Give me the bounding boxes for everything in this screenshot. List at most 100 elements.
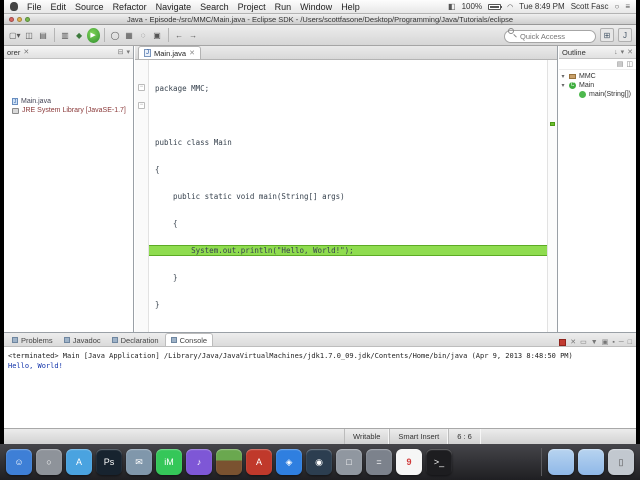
menu-help[interactable]: Help: [341, 2, 360, 12]
dock-messages[interactable]: iM: [156, 449, 182, 475]
menu-project[interactable]: Project: [238, 2, 266, 12]
run-button[interactable]: ▶: [86, 27, 100, 43]
package-icon: [569, 74, 576, 79]
pin-console-icon[interactable]: ▣: [602, 338, 609, 346]
menu-source[interactable]: Source: [75, 2, 104, 12]
view-menu-icon[interactable]: ▾: [621, 48, 625, 56]
new-class-button[interactable]: ◯: [109, 28, 122, 43]
close-icon[interactable]: ✕: [189, 49, 195, 57]
menu-file[interactable]: File: [27, 2, 42, 12]
minimize-view-icon[interactable]: ─: [619, 339, 624, 346]
dock-app-store[interactable]: A: [66, 449, 92, 475]
coverage-button[interactable]: ▣: [151, 28, 164, 43]
window-titlebar[interactable]: Java - Episode-/src/MMC/Main.java - Ecli…: [4, 14, 636, 25]
package-explorer-tab-label[interactable]: orer: [7, 48, 20, 57]
search-button[interactable]: ◌: [137, 28, 150, 43]
dock-minecraft[interactable]: [216, 449, 242, 475]
quick-access-input[interactable]: [504, 30, 596, 43]
view-menu-icon[interactable]: ▾: [126, 48, 130, 56]
close-icon[interactable]: ✕: [23, 48, 29, 56]
main-area: orer ✕ ⊟ ▾ J Main.java JRE System Librar…: [4, 46, 636, 332]
print-button[interactable]: ▤: [37, 28, 50, 43]
twisty-icon[interactable]: ▾: [560, 82, 566, 89]
save-button[interactable]: ◫: [23, 28, 36, 43]
export-button[interactable]: ▥: [59, 28, 72, 43]
dock-terminal[interactable]: >_: [426, 449, 452, 475]
tab-label: Problems: [21, 335, 53, 345]
console-output-text: Hello, World!: [8, 362, 63, 370]
fold-marker-icon[interactable]: −: [138, 102, 145, 109]
tab-declaration[interactable]: Declaration: [107, 334, 164, 346]
battery-percent: 100%: [461, 2, 483, 11]
outline-item-package[interactable]: ▾ MMC: [560, 72, 635, 81]
close-icon[interactable]: ✕: [627, 48, 633, 56]
battery-icon[interactable]: [488, 3, 503, 10]
scroll-lock-icon[interactable]: ▼: [591, 339, 598, 346]
outline-item-method[interactable]: main(String[]): [560, 90, 635, 99]
java-perspective-button[interactable]: J: [618, 28, 632, 42]
dock-calculator[interactable]: =: [366, 449, 392, 475]
notification-center-icon[interactable]: ≡: [625, 2, 630, 11]
dock-red-app[interactable]: A: [246, 449, 272, 475]
spotlight-icon[interactable]: ○: [614, 2, 619, 11]
dock-mail[interactable]: ✉: [126, 449, 152, 475]
collapse-all-icon[interactable]: ⊟: [118, 48, 124, 56]
apple-menu-icon[interactable]: [10, 2, 18, 11]
debug-button[interactable]: ◆: [73, 28, 86, 43]
zoom-window-button[interactable]: [25, 17, 30, 22]
outline-item-class[interactable]: ▾ C Main: [560, 81, 635, 90]
dock-itunes[interactable]: ♪: [186, 449, 212, 475]
back-button[interactable]: ←: [173, 28, 186, 43]
statusbar-writable: Writable: [344, 429, 390, 444]
menubar-clock[interactable]: Tue 8:49 PM: [519, 2, 565, 11]
menu-window[interactable]: Window: [300, 2, 332, 12]
screen: File Edit Source Refactor Navigate Searc…: [0, 0, 640, 480]
dock-photoshop[interactable]: Ps: [96, 449, 122, 475]
outline-title[interactable]: Outline: [562, 48, 586, 57]
dock-downloads-folder[interactable]: [548, 449, 574, 475]
dock-utility[interactable]: □: [336, 449, 362, 475]
forward-button[interactable]: →: [187, 28, 200, 43]
tree-item-jre-library[interactable]: JRE System Library [JavaSE-1.7]: [4, 106, 133, 115]
dock-steam[interactable]: ◉: [306, 449, 332, 475]
display-icon[interactable]: ◧: [448, 2, 456, 11]
console-output-area[interactable]: <terminated> Main [Java Application] /Li…: [4, 347, 636, 375]
tab-javadoc[interactable]: Javadoc: [59, 334, 106, 346]
terminate-icon[interactable]: [559, 338, 567, 346]
menubar-username[interactable]: Scott Fasc: [571, 2, 609, 11]
remove-launch-icon[interactable]: ✕: [570, 338, 576, 346]
mac-menubar: File Edit Source Refactor Navigate Searc…: [4, 0, 636, 14]
close-window-button[interactable]: [9, 17, 14, 22]
maximize-view-icon[interactable]: □: [628, 339, 632, 346]
overview-ruler[interactable]: [547, 60, 557, 332]
menu-search[interactable]: Search: [200, 2, 229, 12]
menu-refactor[interactable]: Refactor: [113, 2, 147, 12]
display-console-icon[interactable]: ▪: [612, 339, 614, 346]
menu-navigate[interactable]: Navigate: [156, 2, 192, 12]
fold-marker-icon[interactable]: −: [138, 84, 145, 91]
new-package-button[interactable]: ▦: [123, 28, 136, 43]
clear-console-icon[interactable]: ▭: [580, 338, 587, 346]
code-area[interactable]: package MMC; public class Main { public …: [149, 60, 547, 332]
dock-documents-folder[interactable]: [578, 449, 604, 475]
dock-safari[interactable]: ◈: [276, 449, 302, 475]
menu-run[interactable]: Run: [275, 2, 292, 12]
dock-launchpad[interactable]: ○: [36, 449, 62, 475]
minimize-window-button[interactable]: [17, 17, 22, 22]
editor-tab-main-java[interactable]: J Main.java ✕: [138, 46, 201, 59]
tab-problems[interactable]: Problems: [7, 334, 58, 346]
dock-trash[interactable]: ▯: [608, 449, 634, 475]
menu-edit[interactable]: Edit: [51, 2, 67, 12]
tab-console[interactable]: Console: [164, 333, 214, 346]
dock-finder[interactable]: ☺: [6, 449, 32, 475]
tree-item-main-java[interactable]: J Main.java: [4, 97, 133, 106]
sort-icon[interactable]: ↓: [614, 49, 618, 56]
filter-fields-icon[interactable]: ▤: [617, 60, 624, 68]
open-perspective-button[interactable]: ⊞: [600, 28, 614, 42]
new-button[interactable]: ▢▾: [8, 28, 22, 43]
filter-static-icon[interactable]: ◫: [626, 60, 633, 68]
dock-calendar[interactable]: 9: [396, 449, 422, 475]
twisty-icon[interactable]: ▾: [560, 73, 566, 80]
wifi-icon[interactable]: ◠: [507, 3, 513, 11]
class-icon: C: [569, 82, 576, 89]
